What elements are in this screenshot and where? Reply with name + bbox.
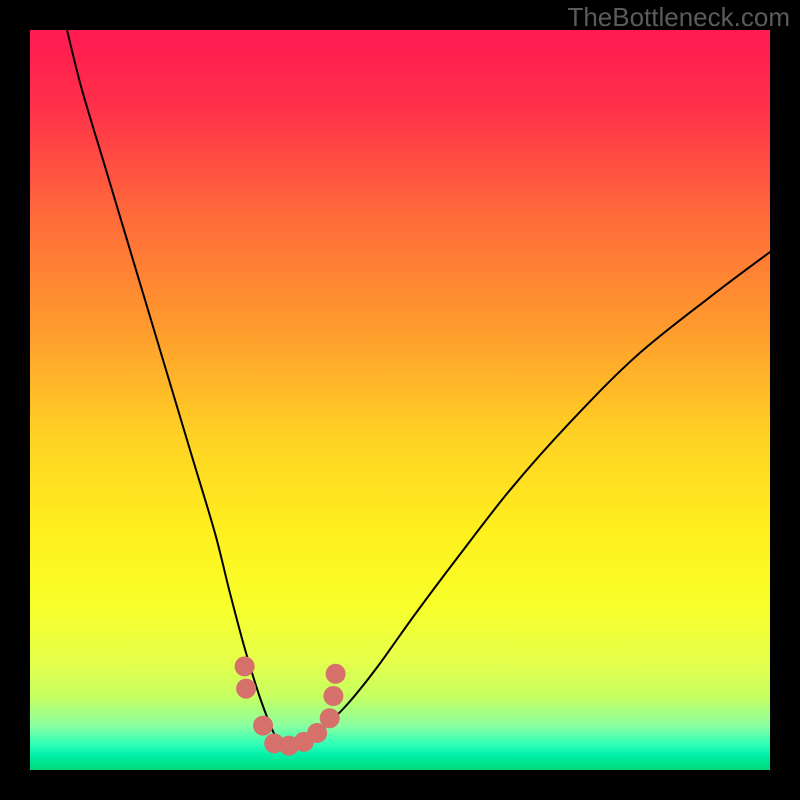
- chart-svg-layer: [30, 30, 770, 770]
- chart-marker: [326, 664, 346, 684]
- chart-marker: [236, 679, 256, 699]
- chart-marker: [320, 708, 340, 728]
- chart-marker: [253, 716, 273, 736]
- watermark-label: TheBottleneck.com: [567, 2, 790, 33]
- chart-curve: [67, 30, 770, 746]
- chart-marker: [323, 686, 343, 706]
- chart-marker: [235, 656, 255, 676]
- chart-frame: TheBottleneck.com: [0, 0, 800, 800]
